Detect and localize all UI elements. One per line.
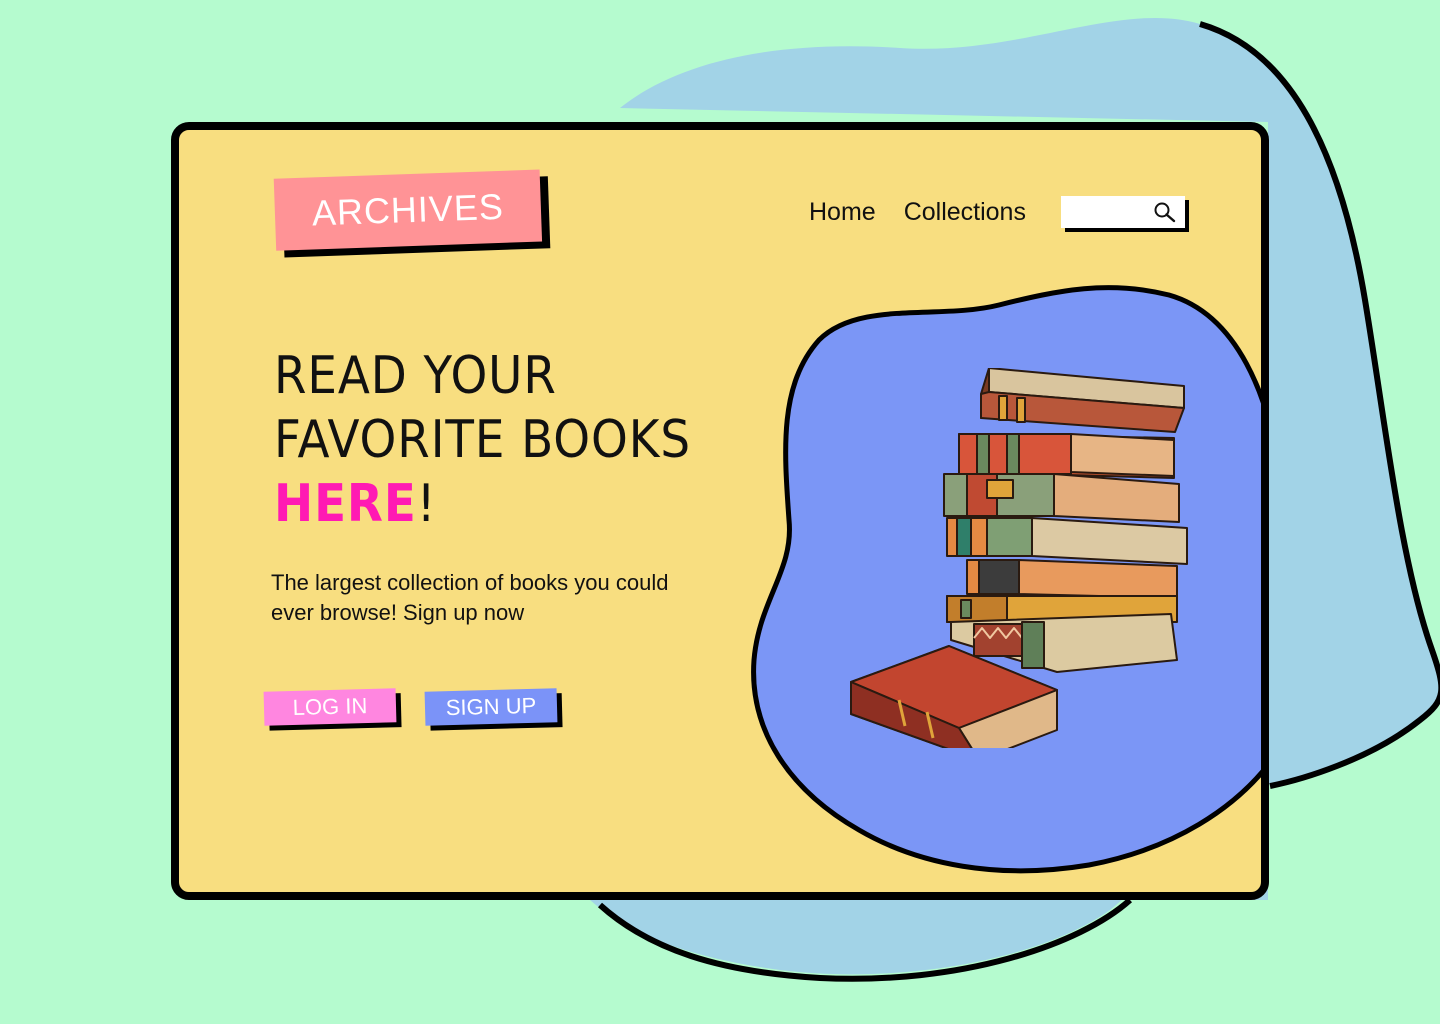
book-4 (946, 517, 1188, 565)
headline-line-1: READ YOUR (274, 346, 557, 406)
login-button[interactable]: LOG IN (263, 688, 402, 731)
book-top (980, 368, 1185, 433)
logo-text[interactable]: ARCHIVES (273, 169, 543, 251)
hero-headline: READ YOUR FAVORITE BOOKS HERE! (274, 344, 691, 536)
nav-item-home[interactable]: Home (809, 198, 876, 227)
book-5 (966, 559, 1178, 599)
nav-item-collections[interactable]: Collections (904, 198, 1026, 227)
headline-punctuation: ! (416, 474, 437, 534)
page-background: ARCHIVES Home Collections READ YOUR FAVOR… (0, 0, 1440, 1024)
search-icon[interactable] (1153, 201, 1177, 223)
hero-tagline: The largest collection of books you coul… (271, 570, 669, 625)
headline-line-2: FAVORITE BOOKS (274, 410, 691, 470)
search-box (1061, 196, 1189, 232)
signup-button-label[interactable]: SIGN UP (424, 688, 558, 726)
login-button-label[interactable]: LOG IN (263, 688, 397, 726)
main-nav: Home Collections (809, 198, 1026, 227)
book-stack-illustration (850, 368, 1188, 748)
landing-card: ARCHIVES Home Collections READ YOUR FAVOR… (171, 122, 1269, 900)
headline-highlight: HERE (274, 474, 417, 534)
signup-button[interactable]: SIGN UP (424, 688, 563, 731)
logo[interactable]: ARCHIVES (273, 169, 551, 258)
book-3 (943, 473, 1180, 523)
book-2 (958, 433, 1175, 479)
